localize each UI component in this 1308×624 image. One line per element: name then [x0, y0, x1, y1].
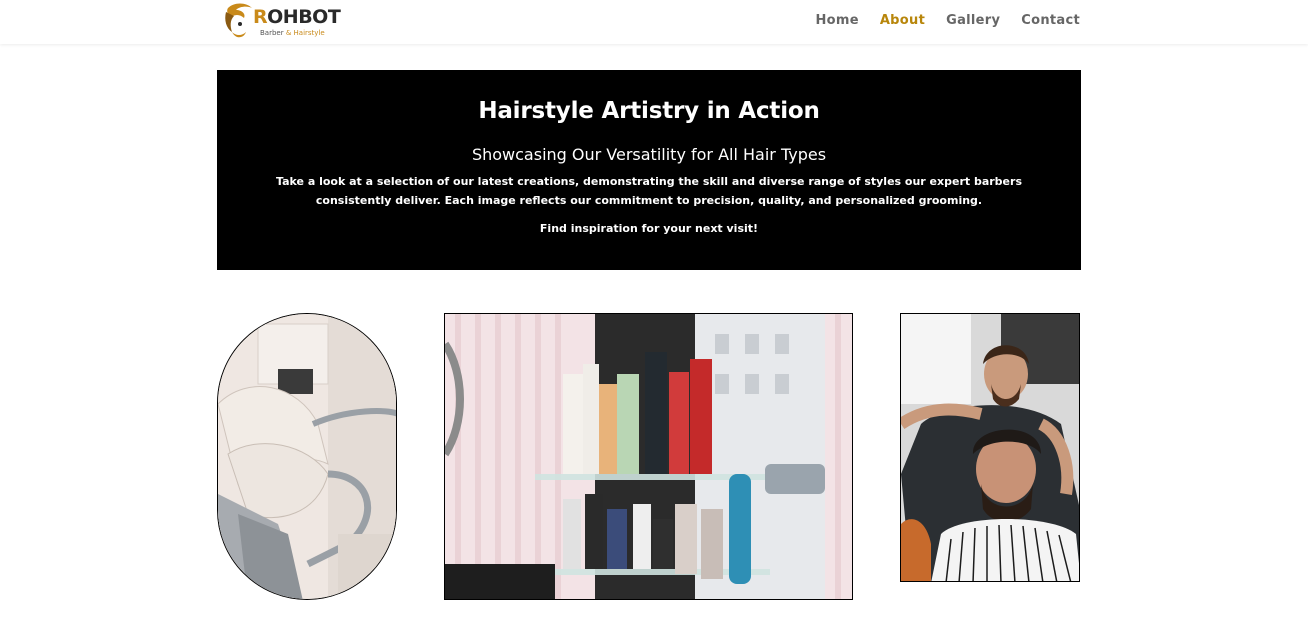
main-nav: Home About Gallery Contact [815, 13, 1080, 29]
nav-home-link[interactable]: Home [815, 13, 858, 29]
site-logo[interactable]: ROHBOT Barber & Hairstyle [220, 2, 341, 42]
salon-chair-photo[interactable] [217, 313, 397, 600]
hero-subtitle: Showcasing Our Versatility for All Hair … [471, 145, 827, 164]
hero-banner: Hairstyle Artistry in Action Showcasing … [217, 70, 1081, 270]
hero-title: Hairstyle Artistry in Action [478, 98, 820, 124]
hair-products-shelf-photo[interactable] [444, 313, 853, 600]
nav-gallery-link[interactable]: Gallery [946, 13, 1000, 29]
barber-illustration [901, 314, 1079, 581]
barber-logo-icon [225, 3, 252, 38]
logo-tagline: Barber & Hairstyle [260, 29, 325, 37]
salon-chair-illustration [218, 314, 396, 599]
logo-wordmark: ROHBOT [253, 6, 341, 28]
products-shelf-illustration [445, 314, 852, 599]
nav-contact-link[interactable]: Contact [1021, 13, 1080, 29]
site-header: ROHBOT Barber & Hairstyle Home About Gal… [0, 0, 1308, 44]
hero-description: Take a look at a selection of our latest… [276, 175, 1022, 207]
nav-about-link[interactable]: About [880, 13, 925, 29]
barber-cutting-hair-photo[interactable] [900, 313, 1080, 582]
hero-cta-text: Find inspiration for your next visit! [539, 222, 759, 235]
